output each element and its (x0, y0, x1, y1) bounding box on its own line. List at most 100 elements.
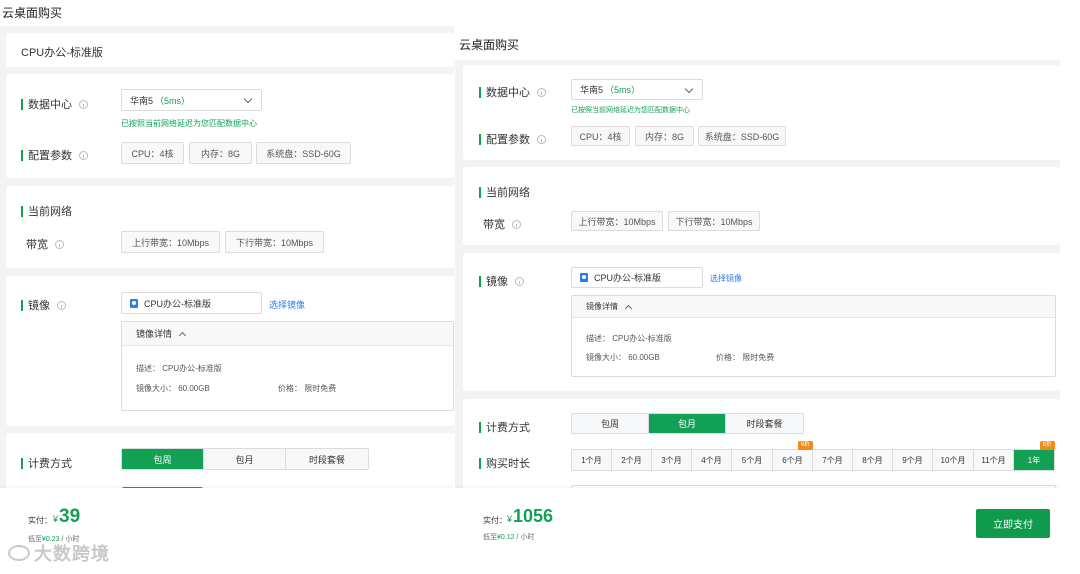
image-detail-toggle[interactable]: 镜像详情 (122, 322, 453, 346)
image-card: 镜像 CPU办公-标准版 选择镜像 镜像详情 描述： CPU办公-标准版 镜像大… (6, 276, 454, 426)
region-select[interactable]: 华南5 （5ms） (121, 89, 262, 111)
info-icon[interactable] (537, 134, 546, 144)
disk-tag: 系统盘：SSD-60G (256, 142, 351, 164)
page-title: 云桌面购买 (459, 38, 520, 52)
datacenter-card: 数据中心 华南5 （5ms） 已按照当前网络延迟为您匹配数据中心 配置参数 CPU… (6, 74, 454, 178)
duration-options: 1个月 2个月 3个月 4个月 5个月 6个月 9折 7个月 8个月 9个月 10个月 11个月 1年 8… (571, 441, 1055, 471)
network-card: 当前网络 带宽 上行带宽：10Mbps 下行带宽：10Mbps (6, 186, 454, 268)
datacenter-label: 数据中心 (479, 84, 546, 100)
latency-value: （5ms） (155, 95, 191, 106)
discount-badge: 9折 (797, 441, 813, 450)
network-label: 当前网络 (479, 184, 530, 200)
billing-label: 计费方式 (479, 419, 530, 435)
total-price: ¥1056 (507, 506, 554, 526)
billing-option[interactable]: 时段套餐 (726, 414, 803, 433)
image-card: 镜像 CPU办公-标准版 选择镜像 镜像详情 描述： CPU办公-标准版 镜像大… (463, 253, 1060, 391)
duration-option[interactable]: 8个月 (853, 450, 893, 470)
billing-label: 计费方式 (21, 455, 72, 471)
image-size: 镜像大小： 60.00GB (586, 353, 660, 362)
chevron-down-icon (243, 94, 253, 104)
cpu-tag: CPU：4核 (121, 142, 184, 164)
chevron-up-icon (178, 331, 187, 339)
image-detail-panel: 镜像详情 描述： CPU办公-标准版 镜像大小： 60.00GB 价格： 限时免… (121, 321, 454, 411)
info-icon[interactable] (57, 300, 66, 310)
product-name: CPU办公-标准版 (21, 47, 103, 59)
disk-tag: 系统盘：SSD-60G (698, 126, 786, 146)
info-icon[interactable] (79, 99, 88, 109)
bandwidth-label: 带宽 (26, 236, 64, 252)
left-purchase-pane: 云桌面购买 CPU办公-标准版 数据中心 华南5 （5ms） 已按照当前网络延迟为… (0, 0, 454, 574)
config-label: 配置参数 (21, 147, 88, 163)
select-image-link[interactable]: 选择镜像 (269, 298, 305, 311)
pay-now-button[interactable]: 立即支付 (976, 509, 1050, 538)
billing-options: 包周 包月 时段套餐 (571, 413, 804, 434)
upload-bandwidth-tag: 上行带宽：10Mbps (121, 231, 220, 253)
network-card: 当前网络 带宽 上行带宽：10Mbps 下行带宽：10Mbps (463, 167, 1060, 245)
info-icon[interactable] (55, 239, 64, 249)
image-label: 镜像 (21, 297, 66, 313)
billing-card: 计费方式 包周 包月 时段套餐 购买时长 1个月 2个月 3个月 4个月 5个月 6个月 9折 7… (463, 399, 1060, 499)
total-price: ¥39 (53, 506, 81, 527)
image-file-icon (130, 298, 138, 308)
billing-options: 包周 包月 时段套餐 (121, 448, 369, 470)
download-bandwidth-tag: 下行带宽：10Mbps (668, 211, 760, 231)
image-label: 镜像 (479, 273, 524, 289)
billing-option[interactable]: 包月 (204, 449, 286, 469)
config-label: 配置参数 (479, 131, 546, 147)
duration-option[interactable]: 1年 8折 (1014, 441, 1055, 470)
memory-tag: 内存：8G (189, 142, 252, 164)
billing-option[interactable]: 时段套餐 (286, 449, 368, 469)
image-detail-toggle[interactable]: 镜像详情 (572, 296, 1055, 318)
datacenter-label: 数据中心 (21, 96, 88, 112)
image-detail-panel: 镜像详情 描述： CPU办公-标准版 镜像大小： 60.00GB 价格： 限时免… (571, 295, 1056, 377)
bandwidth-label: 带宽 (483, 216, 521, 232)
info-icon[interactable] (79, 150, 88, 160)
image-price: 价格： 限时免费 (278, 384, 337, 393)
duration-option[interactable]: 2个月 (612, 450, 652, 470)
duration-option[interactable]: 11个月 (974, 450, 1014, 470)
cpu-tag: CPU：4核 (571, 126, 630, 146)
image-selected[interactable]: CPU办公-标准版 (121, 292, 262, 314)
info-icon[interactable] (515, 276, 524, 286)
datacenter-hint: 已按照当前网络延迟为您匹配数据中心 (571, 107, 690, 114)
duration-option[interactable]: 4个月 (692, 450, 732, 470)
region-select[interactable]: 华南5 （5ms） (571, 79, 703, 100)
memory-tag: 内存：8G (635, 126, 694, 146)
watermark-logo: 大数跨境 (8, 540, 110, 566)
info-icon[interactable] (537, 87, 546, 97)
info-icon[interactable] (512, 219, 521, 229)
billing-option[interactable]: 包月 (649, 414, 726, 433)
region-value: 华南5 (130, 95, 154, 106)
image-file-icon (580, 273, 588, 282)
select-image-link[interactable]: 选择镜像 (710, 273, 742, 284)
billing-option[interactable]: 包周 (572, 414, 649, 433)
image-description: 描述： CPU办公-标准版 (586, 334, 672, 343)
duration-option[interactable]: 9个月 (893, 450, 933, 470)
image-price: 价格： 限时免费 (716, 353, 775, 362)
duration-option[interactable]: 3个月 (652, 450, 692, 470)
pay-label: 实付： (28, 516, 52, 525)
billing-option[interactable]: 包周 (122, 449, 204, 469)
datacenter-hint: 已按照当前网络延迟为您匹配数据中心 (121, 119, 257, 128)
watermark-icon (8, 545, 30, 561)
image-selected[interactable]: CPU办公-标准版 (571, 267, 703, 288)
hourly-price: 低至¥0.12 / 小时 (483, 534, 535, 541)
upload-bandwidth-tag: 上行带宽：10Mbps (571, 211, 663, 231)
image-size: 镜像大小： 60.00GB (136, 384, 210, 393)
discount-badge: 8折 (1039, 441, 1055, 450)
chevron-down-icon (684, 84, 694, 94)
chevron-up-icon (624, 304, 633, 312)
image-description: 描述： CPU办公-标准版 (136, 364, 222, 373)
duration-option[interactable]: 6个月 9折 (773, 441, 813, 470)
datacenter-card: 数据中心 华南5 （5ms） 已按照当前网络延迟为您匹配数据中心 配置参数 CPU… (463, 65, 1060, 160)
pay-label: 实付： (483, 516, 507, 525)
right-checkout-bar: 实付： ¥1056 低至¥0.12 / 小时 立即支付 (455, 488, 1060, 574)
right-purchase-pane: 云桌面购买 数据中心 华南5 （5ms） 已按照当前网络延迟为您匹配数据中心 配置… (455, 0, 1060, 574)
duration-option[interactable]: 5个月 (732, 450, 773, 470)
product-card: CPU办公-标准版 (6, 33, 454, 67)
download-bandwidth-tag: 下行带宽：10Mbps (225, 231, 324, 253)
network-label: 当前网络 (21, 203, 72, 219)
duration-option[interactable]: 10个月 (933, 450, 974, 470)
duration-option[interactable]: 1个月 (572, 450, 612, 470)
duration-option[interactable]: 7个月 (813, 450, 853, 470)
